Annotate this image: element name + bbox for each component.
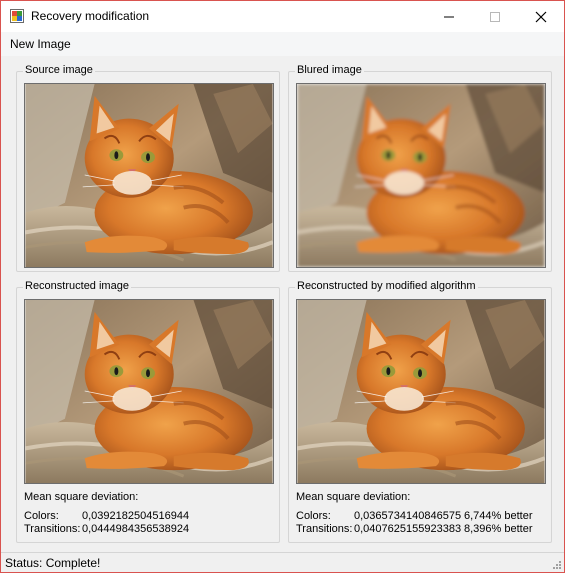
main-window: Recovery modification New Image Source i…	[0, 0, 565, 573]
source-image-label: Source image	[23, 64, 95, 76]
modified-image-label: Reconstructed by modified algorithm	[295, 280, 478, 292]
menu-new-image[interactable]: New Image	[10, 37, 71, 51]
blurred-image-group: Blured image	[288, 64, 552, 272]
maximize-icon	[490, 12, 500, 22]
maximize-button[interactable]	[472, 1, 518, 32]
resize-grip-icon[interactable]	[551, 559, 561, 569]
reconstructed-image-group: Reconstructed image Mean square deviatio…	[16, 280, 280, 543]
reconstructed-image	[24, 299, 274, 484]
minimize-button[interactable]	[426, 1, 472, 32]
mse-heading: Mean square deviation:	[296, 491, 411, 503]
blurred-image-label: Blured image	[295, 64, 364, 76]
close-icon	[535, 11, 547, 23]
colors-improvement: 6,744% better	[464, 510, 533, 522]
source-image	[24, 83, 274, 268]
mse-heading: Mean square deviation:	[24, 491, 139, 503]
minimize-icon	[444, 16, 454, 18]
modified-image	[296, 299, 546, 484]
modified-image-group: Reconstructed by modified algorithm Mean…	[288, 280, 552, 543]
window-title: Recovery modification	[31, 9, 150, 23]
colors-label: Colors:	[24, 510, 59, 522]
status-bar: Status: Complete!	[1, 552, 564, 572]
transitions-improvement: 8,396% better	[464, 523, 533, 535]
close-button[interactable]	[518, 1, 564, 32]
title-bar[interactable]: Recovery modification	[1, 1, 564, 32]
app-window-icon	[10, 9, 24, 23]
transitions-label: Transitions:	[24, 523, 81, 535]
source-image-group: Source image	[16, 64, 280, 272]
transitions-value: 0,0407625155923383	[354, 523, 462, 535]
transitions-value: 0,0444984356538924	[82, 523, 190, 535]
colors-value: 0,0365734140846575	[354, 510, 462, 522]
colors-label: Colors:	[296, 510, 331, 522]
transitions-label: Transitions:	[296, 523, 353, 535]
menu-bar: New Image	[1, 32, 564, 56]
status-text: Status: Complete!	[5, 556, 101, 570]
reconstructed-image-label: Reconstructed image	[23, 280, 131, 292]
blurred-image	[296, 83, 546, 268]
colors-value: 0,0392182504516944	[82, 510, 190, 522]
